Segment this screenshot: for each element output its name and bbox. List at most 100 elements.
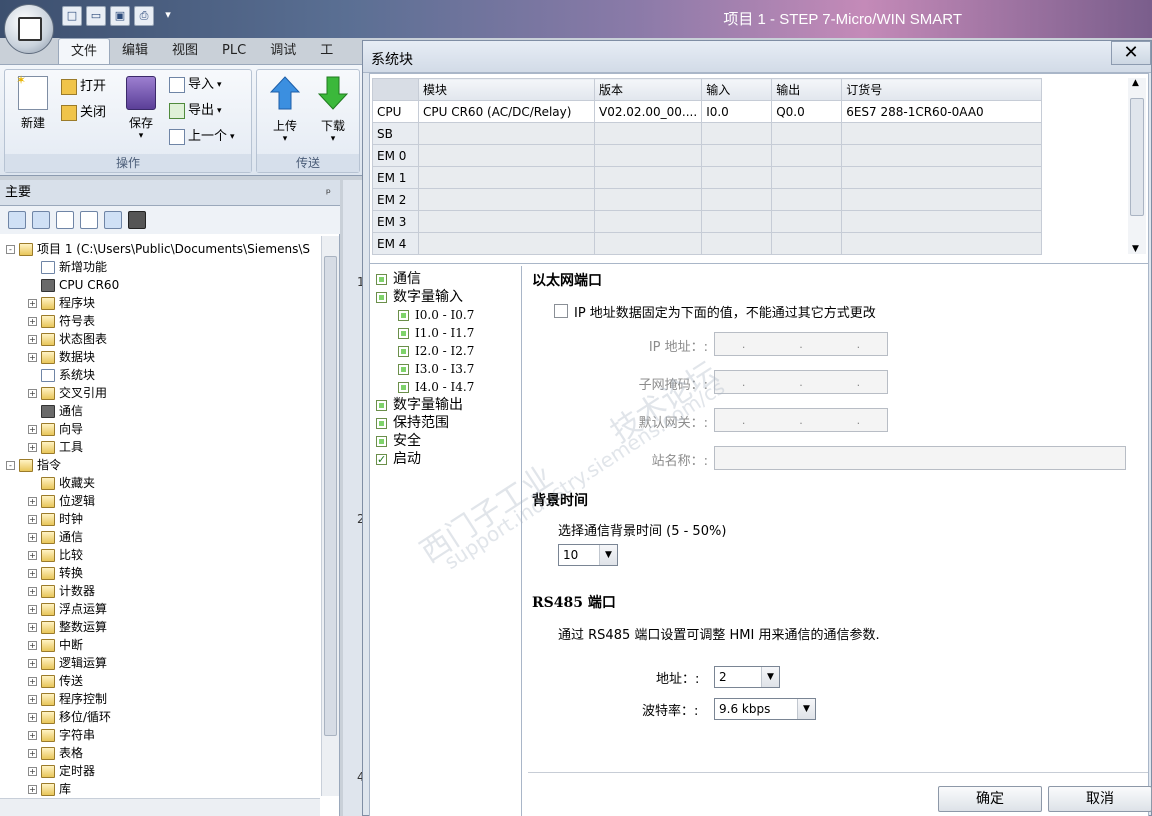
save-icon[interactable]: ▣ (110, 6, 130, 26)
tree-item[interactable]: + 向导 (28, 420, 83, 438)
expand-icon[interactable]: + (28, 784, 37, 794)
expand-icon[interactable]: + (28, 748, 37, 758)
tree-item[interactable]: - 项目 1 (C:\Users\Public\Documents\Siemens… (6, 240, 310, 258)
previous-button[interactable]: 上一个 ▾ (169, 126, 235, 148)
cell-input[interactable] (701, 232, 773, 255)
nav-item[interactable]: I3.0 - I3.7 (398, 360, 474, 378)
table-row[interactable]: EM 4 (372, 232, 1043, 255)
cell-version[interactable] (593, 166, 703, 189)
nav-item[interactable]: 通信 (376, 270, 421, 288)
tree-item[interactable]: + 程序控制 (28, 690, 107, 708)
application-menu-button[interactable] (4, 4, 54, 54)
expand-icon[interactable]: + (28, 658, 37, 668)
expand-icon[interactable]: + (28, 694, 37, 704)
cell-module[interactable] (418, 188, 595, 211)
tree-item[interactable]: + 转换 (28, 564, 83, 582)
expand-icon[interactable]: + (28, 766, 37, 776)
tree-item[interactable]: + 中断 (28, 636, 83, 654)
nav-item[interactable]: I2.0 - I2.7 (398, 342, 474, 360)
cell-input[interactable] (701, 210, 773, 233)
cell-module[interactable] (418, 210, 595, 233)
cancel-button[interactable]: 取消 (1048, 786, 1152, 812)
tree-item[interactable]: + 库 (28, 780, 71, 796)
table-row[interactable]: EM 3 (372, 210, 1043, 233)
cell-input[interactable] (701, 122, 773, 145)
tree-item[interactable]: + 定时器 (28, 762, 95, 780)
table-row[interactable]: EM 0 (372, 144, 1043, 167)
expand-icon[interactable]: + (28, 712, 37, 722)
cell-order[interactable] (841, 232, 1043, 255)
ip-address-field[interactable]: ... (714, 332, 888, 356)
tree-item[interactable]: 通信 (28, 402, 83, 420)
tree-item[interactable]: + 传送 (28, 672, 83, 690)
toolbar-icon-3[interactable] (56, 211, 74, 229)
download-button[interactable]: 下载 ▾ (311, 76, 355, 144)
nav-item[interactable]: I1.0 - I1.7 (398, 324, 474, 342)
table-row[interactable]: CPU CPU CR60 (AC/DC/Relay) V02.02.00_00...… (372, 100, 1043, 123)
expand-icon[interactable]: + (28, 676, 37, 686)
cell-input[interactable] (701, 144, 773, 167)
nav-item[interactable]: I4.0 - I4.7 (398, 378, 474, 396)
toolbar-icon-1[interactable] (8, 211, 26, 229)
expand-icon[interactable]: + (28, 514, 37, 524)
expand-icon[interactable]: + (28, 442, 37, 452)
tree-item[interactable]: + 交叉引用 (28, 384, 107, 402)
cell-output[interactable] (771, 166, 843, 189)
ok-button[interactable]: 确定 (938, 786, 1042, 812)
import-button[interactable]: 导入 ▾ (169, 74, 222, 96)
tree-item[interactable]: + 位逻辑 (28, 492, 95, 510)
cell-order[interactable]: 6ES7 288-1CR60-0AA0 (841, 100, 1043, 123)
nav-item[interactable]: I0.0 - I0.7 (398, 306, 474, 324)
cell-input[interactable] (701, 188, 773, 211)
toolbar-icon-2[interactable] (32, 211, 50, 229)
subnet-mask-field[interactable]: ... (714, 370, 888, 394)
cell-version[interactable] (593, 232, 703, 255)
pin-icon[interactable]: ᵖ (326, 180, 331, 206)
tree-item[interactable]: + 表格 (28, 744, 83, 762)
table-row[interactable]: SB (372, 122, 1043, 145)
expand-icon[interactable]: + (28, 532, 37, 542)
tree-item[interactable]: CPU CR60 (28, 276, 119, 294)
cell-output[interactable] (771, 122, 843, 145)
tree-item[interactable]: 收藏夹 (28, 474, 95, 492)
station-name-field[interactable] (714, 446, 1126, 470)
nav-item[interactable]: ✓ 启动 (376, 450, 421, 468)
cell-module[interactable] (418, 166, 595, 189)
expand-icon[interactable]: + (28, 604, 37, 614)
tree-item[interactable]: + 程序块 (28, 294, 95, 312)
nav-item[interactable]: 数字量输出 (376, 396, 463, 414)
cell-output[interactable] (771, 188, 843, 211)
expand-icon[interactable]: + (28, 316, 37, 326)
cell-module[interactable] (418, 232, 595, 255)
customize-dropdown-icon[interactable]: ▾ (158, 6, 178, 26)
tree-item[interactable]: + 符号表 (28, 312, 95, 330)
tab-view[interactable]: 视图 (160, 38, 210, 64)
tab-plc[interactable]: PLC (210, 38, 258, 64)
toolbar-icon-5[interactable] (104, 211, 122, 229)
tree-item[interactable]: + 整数运算 (28, 618, 107, 636)
scrollbar-thumb[interactable] (1130, 98, 1144, 216)
table-vertical-scrollbar[interactable]: ▲ ▼ (1128, 78, 1146, 254)
cell-order[interactable] (841, 122, 1043, 145)
tab-tools[interactable]: 工 (308, 38, 345, 64)
scroll-down-icon[interactable]: ▼ (1132, 244, 1139, 254)
baud-rate-select[interactable]: 9.6 kbps ▼ (714, 698, 816, 720)
tree-item[interactable]: + 字符串 (28, 726, 95, 744)
tree-item[interactable]: + 比较 (28, 546, 83, 564)
open-folder-icon[interactable]: ▭ (86, 6, 106, 26)
cell-version[interactable] (593, 144, 703, 167)
upload-button[interactable]: 上传 ▾ (263, 76, 307, 144)
cell-output[interactable] (771, 232, 843, 255)
expand-icon[interactable]: + (28, 352, 37, 362)
scroll-up-icon[interactable]: ▲ (1132, 78, 1139, 88)
expand-icon[interactable]: + (28, 568, 37, 578)
expand-icon[interactable]: + (28, 298, 37, 308)
expand-icon[interactable]: + (28, 586, 37, 596)
tree-item[interactable]: + 逻辑运算 (28, 654, 107, 672)
expand-icon[interactable]: + (28, 496, 37, 506)
scrollbar-thumb[interactable] (324, 256, 337, 736)
cell-output[interactable] (771, 144, 843, 167)
toolbar-icon-4[interactable] (80, 211, 98, 229)
nav-item[interactable]: 安全 (376, 432, 421, 450)
nav-item[interactable]: 保持范围 (376, 414, 449, 432)
